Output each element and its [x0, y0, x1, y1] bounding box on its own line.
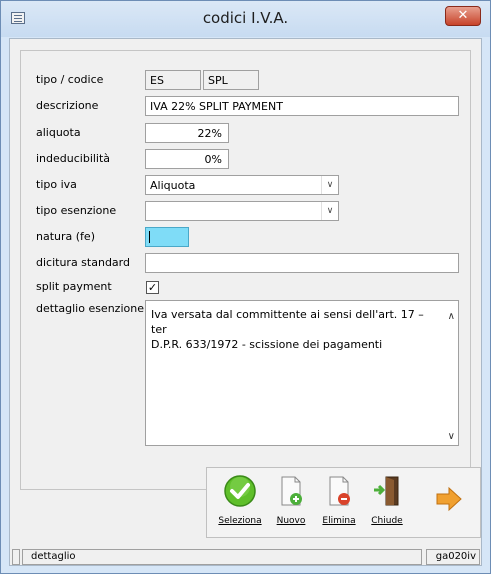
scroll-down-icon[interactable]: ∨: [448, 429, 455, 444]
tipo-esenzione-label: tipo esenzione: [36, 204, 117, 217]
exit-door-icon: [374, 476, 399, 506]
natura-fe-field[interactable]: [145, 227, 189, 247]
tipo-field[interactable]: ES: [145, 70, 201, 90]
nuovo-button[interactable]: Nuovo: [269, 474, 313, 526]
aliquota-label: aliquota: [36, 126, 81, 139]
dettaglio-esenzione-line1: Iva versata dal committente ai sensi del…: [151, 308, 424, 336]
checkmark-circle-icon: [224, 475, 256, 507]
dialog-window: codici I.V.A. ✕ tipo / codice ES SPL des…: [0, 0, 491, 574]
natura-fe-label: natura (fe): [36, 230, 95, 243]
tipo-iva-value: Aliquota: [150, 179, 196, 192]
form-panel: tipo / codice ES SPL descrizione IVA 22%…: [20, 50, 471, 490]
dettaglio-esenzione-line2: D.P.R. 633/1972 - scissione dei pagament…: [151, 338, 383, 351]
chiude-button[interactable]: Chiude: [365, 474, 409, 526]
elimina-button[interactable]: Elimina: [317, 474, 361, 526]
dettaglio-esenzione-label: dettaglio esenzione: [36, 302, 144, 315]
window-title: codici I.V.A.: [202, 9, 289, 27]
codice-field[interactable]: SPL: [203, 70, 259, 90]
tipo-iva-label: tipo iva: [36, 178, 77, 191]
chevron-down-icon[interactable]: ∨: [321, 176, 338, 194]
arrow-right-icon: [436, 486, 462, 512]
dettaglio-esenzione-textarea[interactable]: Iva versata dal committente ai sensi del…: [145, 300, 459, 446]
chevron-down-icon[interactable]: ∨: [321, 202, 338, 220]
status-grip: [12, 549, 20, 565]
action-toolbar: Seleziona Nuovo Elimina Chiude: [206, 467, 481, 538]
indeducibilita-label: indeducibilità: [36, 152, 111, 165]
seleziona-label: Seleziona: [218, 516, 262, 526]
status-text: dettaglio: [22, 549, 422, 565]
tipo-esenzione-select[interactable]: ∨: [145, 201, 339, 221]
chiude-label: Chiude: [371, 516, 403, 526]
text-caret: [149, 231, 150, 243]
status-code: ga020iv: [426, 549, 480, 565]
nuovo-label: Nuovo: [276, 516, 306, 526]
delete-document-icon: [329, 476, 350, 506]
descrizione-field[interactable]: IVA 22% SPLIT PAYMENT: [145, 96, 459, 116]
title-bar[interactable]: codici I.V.A. ✕: [1, 1, 490, 37]
aliquota-field[interactable]: 22%: [145, 123, 229, 143]
status-bar: dettaglio ga020iv: [10, 547, 481, 565]
dicitura-standard-field[interactable]: [145, 253, 459, 273]
elimina-label: Elimina: [322, 516, 356, 526]
dicitura-standard-label: dicitura standard: [36, 256, 130, 269]
next-button[interactable]: [429, 486, 469, 515]
new-document-icon: [281, 476, 302, 506]
split-payment-label: split payment: [36, 280, 112, 293]
client-area: tipo / codice ES SPL descrizione IVA 22%…: [9, 38, 482, 566]
split-payment-checkbox[interactable]: ✓: [146, 281, 159, 294]
scroll-up-icon[interactable]: ∧: [448, 309, 455, 324]
descrizione-label: descrizione: [36, 99, 99, 112]
close-button[interactable]: ✕: [445, 6, 481, 26]
tipo-iva-select[interactable]: Aliquota ∨: [145, 175, 339, 195]
seleziona-button[interactable]: Seleziona: [213, 474, 267, 526]
indeducibilita-field[interactable]: 0%: [145, 149, 229, 169]
tipo-codice-label: tipo / codice: [36, 73, 104, 86]
